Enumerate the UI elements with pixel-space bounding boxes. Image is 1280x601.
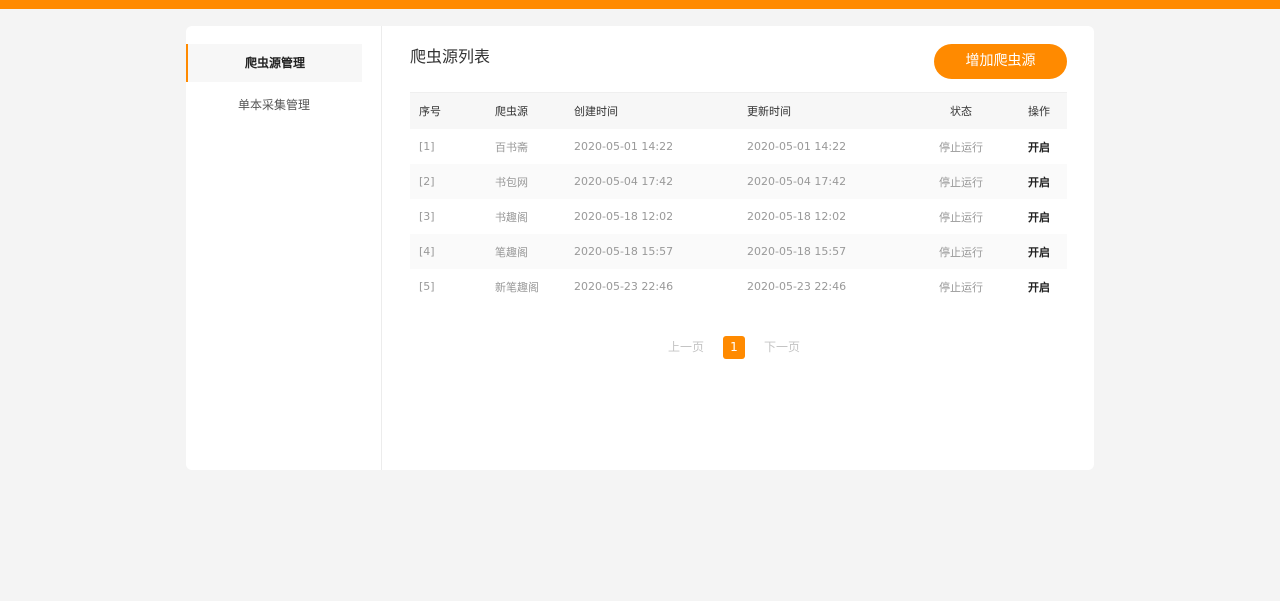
cell-created: 2020-05-01 14:22: [574, 140, 674, 153]
column-header-updated: 更新时间: [738, 92, 911, 129]
content-card: 爬虫源管理 单本采集管理 爬虫源列表 增加爬虫源 序号 爬虫源 创建时间 更新时…: [186, 26, 1094, 470]
cell-index: [4]: [410, 234, 486, 269]
cell-index: [2]: [410, 164, 486, 199]
cell-updated: 2020-05-04 17:42: [738, 164, 911, 199]
column-header-created: 创建时间: [565, 92, 738, 129]
cell-source: 书趣阁: [495, 210, 528, 224]
table-row: [5] 新笔趣阁 2020-05-23 22:46 2020-05-23 22:…: [410, 269, 1067, 304]
cell-updated: 2020-05-01 14:22: [747, 140, 847, 153]
cell-status: 停止运行: [939, 140, 983, 154]
cell-status: 停止运行: [911, 234, 1011, 269]
sidebar: 爬虫源管理 单本采集管理: [186, 26, 382, 470]
crawler-source-table: 序号 爬虫源 创建时间 更新时间 状态 操作 [1] 百书斋 2020-05-0…: [410, 92, 1067, 304]
cell-status: 停止运行: [939, 280, 983, 294]
cell-created: 2020-05-18 12:02: [574, 210, 674, 223]
add-crawler-source-button[interactable]: 增加爬虫源: [934, 44, 1067, 79]
table-row: [4] 笔趣阁 2020-05-18 15:57 2020-05-18 15:5…: [410, 234, 1067, 269]
cell-action: 开启: [1011, 129, 1067, 164]
page-title: 爬虫源列表: [410, 47, 491, 66]
cell-status: 停止运行: [911, 164, 1011, 199]
cell-created: 2020-05-04 17:42: [565, 164, 738, 199]
sidebar-item-label: 单本采集管理: [237, 98, 310, 112]
table-row: [3] 书趣阁 2020-05-18 12:02 2020-05-18 12:0…: [410, 199, 1067, 234]
prev-page-button[interactable]: 上一页: [668, 336, 704, 359]
sidebar-item-single-book-collection[interactable]: 单本采集管理: [186, 86, 362, 124]
cell-index: [1]: [419, 140, 435, 153]
cell-source: 书包网: [486, 164, 565, 199]
cell-status: 停止运行: [939, 210, 983, 224]
top-accent-bar: [0, 0, 1280, 9]
cell-action: 开启: [1011, 164, 1067, 199]
start-link[interactable]: 开启: [1028, 211, 1050, 224]
cell-index: [3]: [419, 210, 435, 223]
cell-updated: 2020-05-23 22:46: [747, 280, 847, 293]
column-header-status: 状态: [911, 92, 1011, 129]
sidebar-item-crawler-sources[interactable]: 爬虫源管理: [186, 44, 362, 82]
next-page-button[interactable]: 下一页: [764, 336, 800, 359]
table-row: [1] 百书斋 2020-05-01 14:22 2020-05-01 14:2…: [410, 129, 1067, 164]
start-link[interactable]: 开启: [1028, 176, 1050, 189]
cell-created: 2020-05-18 15:57: [565, 234, 738, 269]
cell-created: 2020-05-23 22:46: [574, 280, 674, 293]
main-panel: 爬虫源列表 增加爬虫源 序号 爬虫源 创建时间 更新时间 状态 操作 [1] 百…: [382, 26, 1094, 470]
cell-source: 百书斋: [495, 140, 528, 154]
column-header-source: 爬虫源: [486, 92, 565, 129]
cell-action: 开启: [1011, 269, 1067, 304]
cell-updated: 2020-05-18 15:57: [738, 234, 911, 269]
cell-action: 开启: [1011, 234, 1067, 269]
sidebar-item-label: 爬虫源管理: [244, 56, 305, 70]
cell-updated: 2020-05-18 12:02: [747, 210, 847, 223]
start-link[interactable]: 开启: [1028, 141, 1050, 154]
column-header-index: 序号: [410, 92, 486, 129]
cell-action: 开启: [1011, 199, 1067, 234]
start-link[interactable]: 开启: [1028, 246, 1050, 259]
cell-source: 笔趣阁: [486, 234, 565, 269]
column-header-action: 操作: [1011, 92, 1067, 129]
cell-source: 新笔趣阁: [495, 280, 539, 294]
start-link[interactable]: 开启: [1028, 281, 1050, 294]
cell-index: [5]: [419, 280, 435, 293]
current-page-button[interactable]: 1: [723, 336, 745, 359]
table-row: [2] 书包网 2020-05-04 17:42 2020-05-04 17:4…: [410, 164, 1067, 199]
table-header-row: 序号 爬虫源 创建时间 更新时间 状态 操作: [410, 92, 1067, 129]
